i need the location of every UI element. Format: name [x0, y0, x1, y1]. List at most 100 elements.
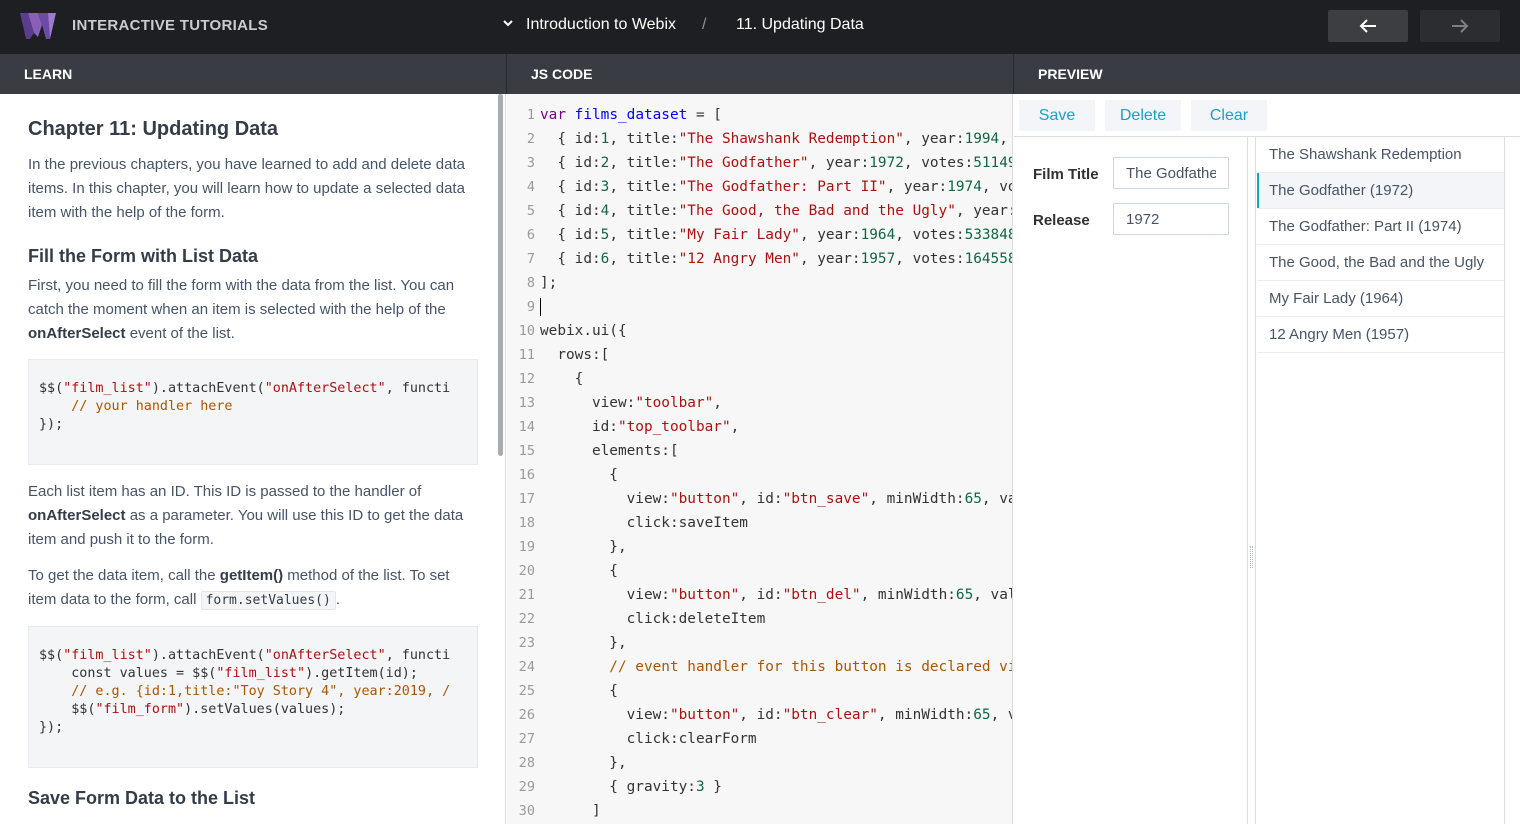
code-line: }, — [540, 755, 627, 771]
code-line: webix.ui({ — [540, 323, 627, 339]
arrow-right-icon — [1452, 19, 1469, 33]
code-line: click:saveItem — [540, 515, 748, 531]
header-divider — [1013, 54, 1014, 94]
film-list-item[interactable]: 12 Angry Men (1957) — [1257, 317, 1504, 353]
code-line: }, — [540, 539, 627, 555]
clear-button[interactable]: Clear — [1191, 100, 1267, 131]
line-number: 5 — [526, 203, 535, 219]
code-line: }, — [540, 635, 627, 651]
code-line: click:clearForm — [540, 731, 757, 747]
resizer-grip-icon[interactable] — [1250, 546, 1253, 568]
onafterselect-term: onAfterSelect — [28, 325, 126, 342]
resizer-handle[interactable] — [1248, 137, 1256, 824]
line-number: 7 — [526, 251, 535, 267]
line-number: 8 — [526, 275, 535, 291]
film-list-item[interactable]: The Godfather (1972) — [1257, 173, 1504, 209]
app-title[interactable]: INTERACTIVE TUTORIALS — [72, 17, 268, 34]
line-number: 4 — [526, 179, 535, 195]
header-divider — [506, 54, 507, 94]
section1-paragraph: First, you need to fill the form with th… — [28, 277, 455, 342]
arrow-left-icon — [1359, 19, 1376, 33]
line-number: 13 — [518, 395, 535, 411]
film-list-item[interactable]: The Good, the Bad and the Ugly — [1257, 245, 1504, 281]
code-line: view:"button", id:"btn_save", minWidth:6… — [540, 491, 1012, 507]
line-number: 9 — [526, 299, 535, 315]
line-number: 12 — [518, 371, 535, 387]
line-number: 27 — [518, 731, 535, 747]
code-lines[interactable]: var films_dataset = [ { id:1, title:"The… — [540, 103, 1013, 823]
line-number: 28 — [518, 755, 535, 771]
delete-button[interactable]: Delete — [1105, 100, 1181, 131]
breadcrumb-separator: / — [702, 16, 707, 33]
line-number-gutter: 1 2 3 4 5 6 7 8 9 10 11 12 13 14 15 16 17 18 19 20 21 22 23 24 2… — [507, 103, 535, 823]
learn-panel[interactable]: Chapter 11: Updating Data In the previou… — [0, 94, 506, 824]
film-list-item[interactable]: The Shawshank Redemption — [1257, 137, 1504, 173]
code-line: { id:1, title:"The Shawshank Redemption"… — [540, 131, 1008, 147]
code-example-2-text: $$("film_list").attachEvent("onAfterSele… — [39, 648, 451, 735]
intro-paragraph: In the previous chapters, you have learn… — [28, 156, 465, 221]
release-label: Release — [1033, 212, 1090, 229]
code-line: { id:6, title:"12 Angry Men", year:1957,… — [540, 251, 1013, 267]
line-number: 2 — [526, 131, 535, 147]
line-number: 25 — [518, 683, 535, 699]
line-number: 21 — [518, 587, 535, 603]
line-number: 11 — [518, 347, 535, 363]
text-cursor — [540, 298, 541, 316]
section-title-fill-form: Fill the Form with List Data — [28, 246, 259, 266]
line-number: 23 — [518, 635, 535, 651]
code-line: var films_dataset = [ — [540, 107, 722, 123]
line-number: 22 — [518, 611, 535, 627]
code-line: elements:[ — [540, 443, 679, 459]
code-line: { — [540, 467, 618, 483]
code-line: view:"toolbar", — [540, 395, 722, 411]
learn-panel-header: LEARN — [0, 54, 506, 94]
code-line: rows:[ — [540, 347, 610, 363]
code-line: ]; — [540, 275, 558, 291]
line-number: 30 — [518, 803, 535, 819]
line-number: 14 — [518, 419, 535, 435]
code-line: { — [540, 563, 618, 579]
save-button[interactable]: Save — [1019, 100, 1095, 131]
code-line: { id:4, title:"The Good, the Bad and the… — [540, 203, 1013, 219]
line-number: 3 — [526, 155, 535, 171]
code-line: view:"button", id:"btn_clear", minWidth:… — [540, 707, 1012, 723]
inline-code: form.setValues() — [200, 591, 336, 610]
section-title-save-form: Save Form Data to the List — [28, 788, 256, 808]
release-input[interactable] — [1113, 203, 1229, 235]
line-number: 24 — [518, 659, 535, 675]
breadcrumb-course[interactable]: Introduction to Webix — [526, 16, 676, 34]
film-list-item[interactable]: The Godfather: Part II (1974) — [1257, 209, 1504, 245]
code-line: click:deleteItem — [540, 611, 766, 627]
line-number: 15 — [518, 443, 535, 459]
code-example-1[interactable]: $$("film_list").attachEvent("onAfterSele… — [28, 359, 478, 465]
film-list[interactable]: The Shawshank Redemption The Godfather (1… — [1257, 137, 1505, 824]
line-number: 19 — [518, 539, 535, 555]
next-lesson-button[interactable] — [1420, 10, 1500, 42]
previous-lesson-button[interactable] — [1328, 10, 1408, 42]
film-list-item[interactable]: My Fair Lady (1964) — [1257, 281, 1504, 317]
code-example-2[interactable]: $$("film_list").attachEvent("onAfterSele… — [28, 626, 478, 768]
code-example-1-text: $$("film_list").attachEvent("onAfterSele… — [39, 381, 451, 432]
code-line: { id:5, title:"My Fair Lady", year:1964,… — [540, 227, 1013, 243]
line-number: 17 — [518, 491, 535, 507]
code-line: { gravity:3 } — [540, 779, 722, 795]
line-number: 20 — [518, 563, 535, 579]
preview-toolbar: Save Delete Clear — [1014, 94, 1520, 137]
learn-scrollbar[interactable] — [498, 94, 503, 456]
line-number: 6 — [526, 227, 535, 243]
chevron-down-icon[interactable] — [502, 17, 514, 29]
film-title-input[interactable] — [1113, 157, 1229, 189]
line-number: 10 — [518, 323, 535, 339]
preview-panel: Save Delete Clear Film Title Release The… — [1014, 94, 1520, 824]
webix-logo-icon — [20, 13, 56, 39]
line-number: 16 — [518, 467, 535, 483]
film-title-label: Film Title — [1033, 166, 1099, 183]
code-panel-header: JS CODE — [507, 54, 1013, 94]
code-line: { — [540, 683, 618, 699]
code-comment-line: // event handler for this button is decl… — [540, 659, 1013, 675]
code-line: { id:2, title:"The Godfather", year:1972… — [540, 155, 1013, 171]
code-line: ] — [540, 803, 601, 819]
code-editor[interactable]: 1 2 3 4 5 6 7 8 9 10 11 12 13 14 15 16 17 18 19 20 21 22 23 24 2… — [507, 94, 1013, 824]
line-number: 1 — [526, 107, 535, 123]
chapter-title: Chapter 11: Updating Data — [28, 118, 279, 140]
